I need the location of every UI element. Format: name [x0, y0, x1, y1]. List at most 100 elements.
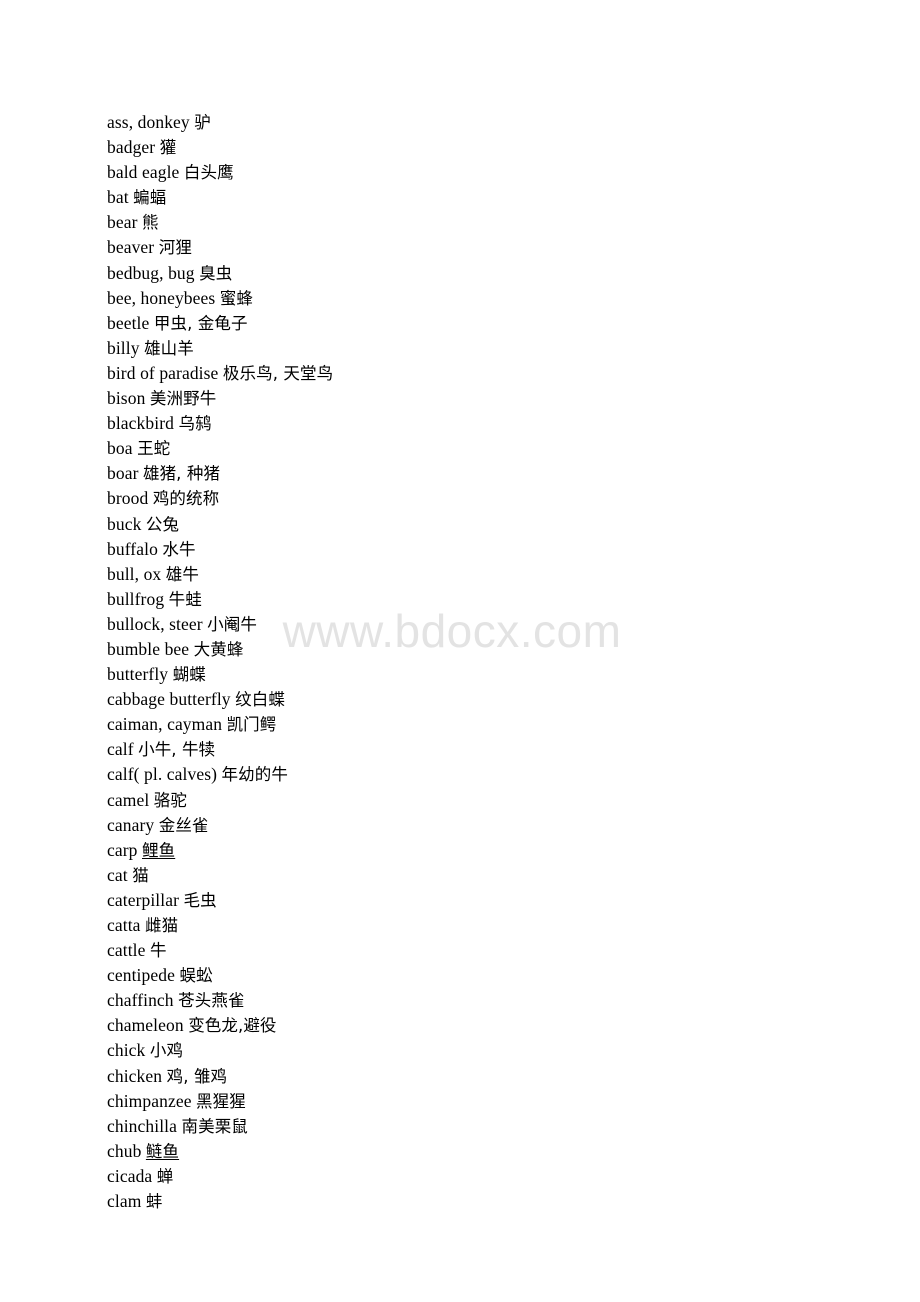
- vocabulary-entry: caterpillar 毛虫: [107, 888, 847, 913]
- vocabulary-entry: bumble bee 大黄蜂: [107, 637, 847, 662]
- entry-term: chinchilla: [107, 1115, 178, 1136]
- entry-gloss: 王蛇: [137, 439, 171, 459]
- entry-term: canary: [107, 814, 155, 835]
- entry-term: cabbage butterfly: [107, 689, 231, 710]
- entry-gloss: 蚌: [145, 1192, 163, 1212]
- entry-gloss: 鸡的统称: [152, 489, 220, 509]
- entry-term: buck: [107, 513, 142, 534]
- entry-term: bullfrog: [107, 588, 165, 609]
- entry-gloss: 蜈蚣: [179, 966, 213, 986]
- vocabulary-entry: catta 雌猫: [107, 913, 847, 938]
- entry-term: bear: [107, 212, 138, 233]
- entry-term: caiman, cayman: [107, 714, 223, 735]
- vocabulary-entry: ass, donkey 驴: [107, 110, 847, 135]
- vocabulary-entry: bear 熊: [107, 210, 847, 235]
- entry-term: cicada: [107, 1165, 153, 1186]
- vocabulary-entry: clam 蚌: [107, 1189, 847, 1214]
- entry-gloss: 极乐鸟, 天堂鸟: [222, 363, 334, 383]
- vocabulary-entry: bullock, steer 小阉牛: [107, 612, 847, 637]
- entry-gloss: 黑猩猩: [196, 1091, 246, 1111]
- entry-gloss: 小鸡: [149, 1041, 184, 1061]
- entry-term: beetle: [107, 312, 150, 333]
- entry-gloss: 变色龙,避役: [188, 1016, 277, 1036]
- entry-term: carp: [107, 839, 138, 860]
- entry-term: caterpillar: [107, 889, 180, 910]
- entry-gloss: 乌鸫: [178, 414, 212, 434]
- entry-gloss: 小阉牛: [207, 614, 257, 634]
- entry-gloss: 牛蛙: [168, 589, 202, 609]
- vocabulary-entry: beetle 甲虫, 金龟子: [107, 311, 847, 336]
- vocabulary-entry: chaffinch 苍头燕雀: [107, 988, 847, 1013]
- vocabulary-entry: buck 公兔: [107, 512, 847, 537]
- vocabulary-entry: beaver 河狸: [107, 235, 847, 260]
- entry-gloss: 雄牛: [165, 564, 199, 584]
- vocabulary-entry: boa 王蛇: [107, 436, 847, 461]
- entry-term: bald eagle: [107, 162, 180, 183]
- vocabulary-entry: chameleon 变色龙,避役: [107, 1013, 847, 1038]
- vocabulary-entry: chick 小鸡: [107, 1038, 847, 1063]
- entry-term: chub: [107, 1140, 142, 1161]
- entry-gloss: 金丝雀: [158, 815, 209, 835]
- vocabulary-entry: calf( pl. calves) 年幼的牛: [107, 762, 847, 787]
- vocabulary-entry: canary 金丝雀: [107, 813, 847, 838]
- entry-gloss: 驴: [194, 113, 211, 132]
- entry-gloss: 毛虫: [183, 890, 217, 910]
- entry-gloss: 雌猫: [145, 916, 179, 935]
- vocabulary-entry: chicken 鸡, 雏鸡: [107, 1064, 847, 1089]
- entry-term: blackbird: [107, 413, 174, 434]
- entry-gloss: 獾: [159, 138, 177, 158]
- entry-term: bird of paradise: [107, 362, 219, 383]
- entry-gloss: 蝙蝠: [133, 188, 167, 208]
- entry-term: beaver: [107, 237, 155, 258]
- entry-gloss: 河狸: [158, 238, 192, 258]
- entry-gloss: 美洲野牛: [149, 389, 217, 409]
- entry-gloss: 猫: [132, 865, 149, 885]
- entry-gloss: 蜜蜂: [219, 288, 253, 308]
- vocabulary-entry: cabbage butterfly 纹白蝶: [107, 687, 847, 712]
- vocabulary-entry: bedbug, bug 臭虫: [107, 261, 847, 286]
- entry-term: badger: [107, 137, 156, 158]
- vocabulary-entry: chub 鲢鱼: [107, 1139, 847, 1164]
- entry-term: chick: [107, 1040, 146, 1061]
- vocabulary-entry: bee, honeybees 蜜蜂: [107, 286, 847, 311]
- entry-term: calf: [107, 739, 134, 760]
- entry-term: boar: [107, 463, 139, 484]
- entry-term: camel: [107, 789, 150, 810]
- vocabulary-entry: camel 骆驼: [107, 788, 847, 813]
- vocabulary-entry: boar 雄猪, 种猪: [107, 461, 847, 486]
- vocabulary-entry: bullfrog 牛蛙: [107, 587, 847, 612]
- entry-gloss: 雄猪, 种猪: [142, 464, 221, 484]
- entry-term: boa: [107, 438, 133, 459]
- entry-term: calf( pl. calves): [107, 764, 218, 785]
- entry-term: brood: [107, 488, 149, 509]
- vocabulary-entry: bald eagle 白头鹰: [107, 160, 847, 185]
- vocabulary-entry: billy 雄山羊: [107, 336, 847, 361]
- entry-gloss: 纹白蝶: [235, 690, 285, 710]
- vocabulary-entry: bison 美洲野牛: [107, 386, 847, 411]
- entry-term: ass, donkey: [107, 112, 190, 132]
- entry-term: bumble bee: [107, 638, 190, 659]
- entry-gloss: 年幼的牛: [221, 765, 288, 785]
- entry-term: catta: [107, 915, 141, 935]
- entry-gloss: 苍头燕雀: [178, 991, 245, 1011]
- entry-term: bison: [107, 388, 146, 409]
- vocabulary-entry: bird of paradise 极乐鸟, 天堂鸟: [107, 361, 847, 386]
- entry-term: bat: [107, 187, 129, 208]
- entry-term: chicken: [107, 1065, 163, 1086]
- entry-term: bee, honeybees: [107, 287, 216, 308]
- entry-gloss: 小牛, 牛犊: [138, 740, 216, 760]
- vocabulary-entry: buffalo 水牛: [107, 537, 847, 562]
- vocabulary-entry: bull, ox 雄牛: [107, 562, 847, 587]
- entry-term: centipede: [107, 965, 175, 986]
- entry-term: billy: [107, 337, 140, 358]
- entry-term: bullock, steer: [107, 613, 203, 634]
- entry-gloss: 凯门鳄: [226, 715, 277, 735]
- vocabulary-list: ass, donkey 驴 badger 獾 bald eagle 白头鹰 bat 蝙…: [107, 110, 847, 1214]
- entry-gloss: 蝉: [156, 1166, 174, 1186]
- vocabulary-entry: cat 猫: [107, 863, 847, 888]
- entry-gloss: 熊: [142, 213, 159, 233]
- entry-gloss: 甲虫, 金龟子: [153, 313, 248, 333]
- vocabulary-entry: caiman, cayman 凯门鳄: [107, 712, 847, 737]
- vocabulary-entry: butterfly 蝴蝶: [107, 662, 847, 687]
- vocabulary-entry: calf 小牛, 牛犊: [107, 737, 847, 762]
